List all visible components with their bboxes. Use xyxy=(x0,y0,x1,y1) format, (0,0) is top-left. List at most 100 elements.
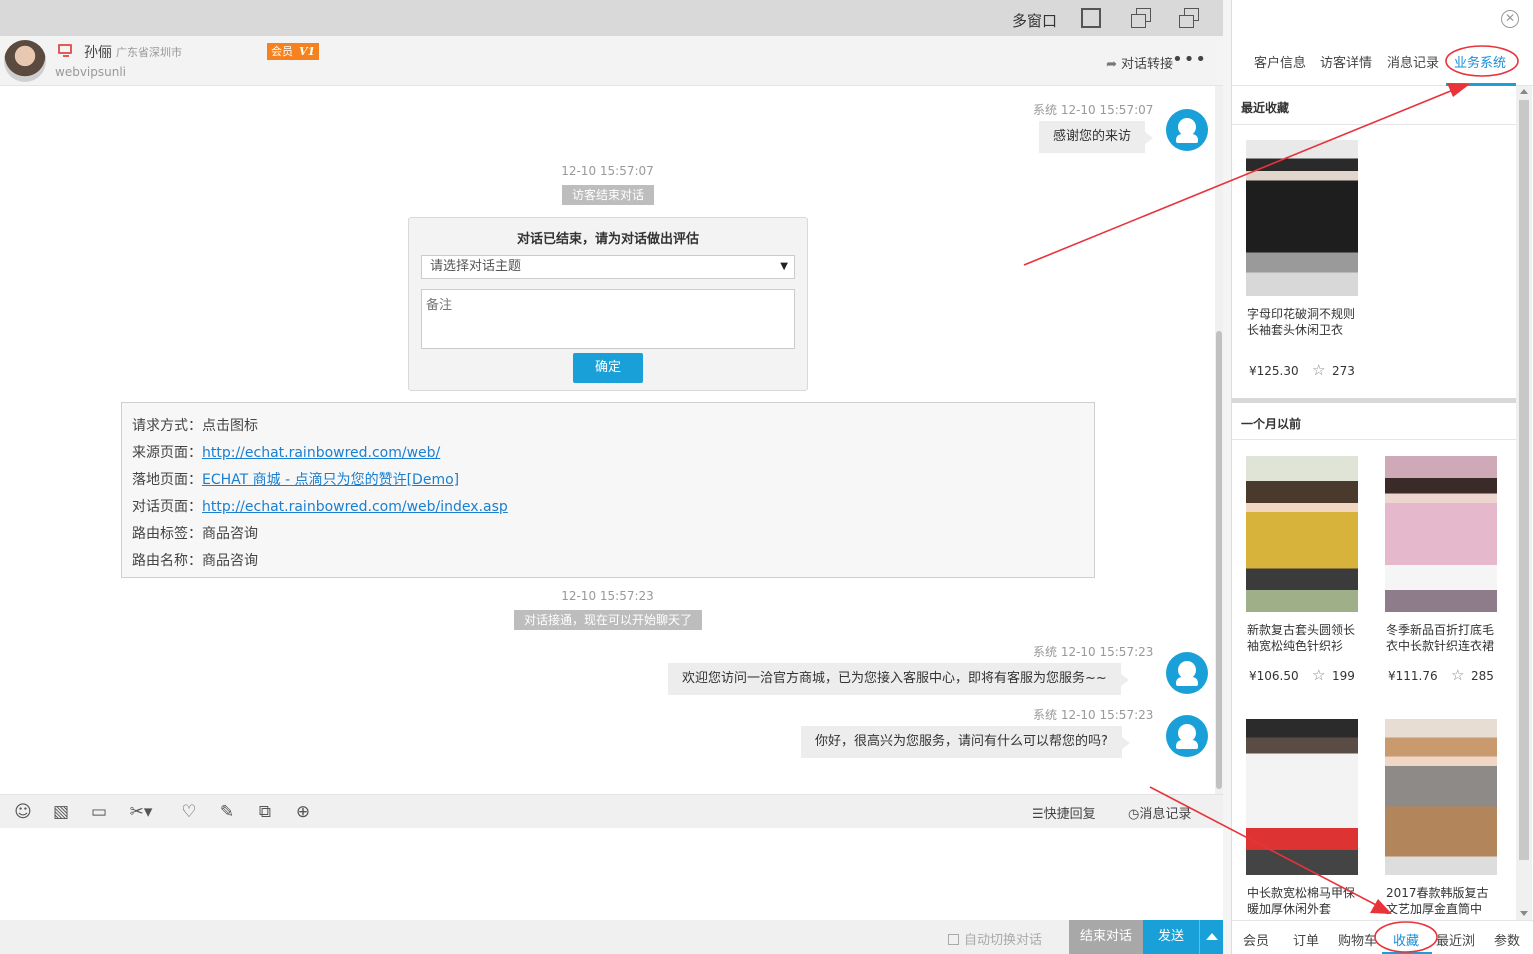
tab-message-record[interactable]: 消息记录 xyxy=(1387,52,1439,71)
message-bubble: 你好，很高兴为您服务，请问有什么可以帮您的吗? xyxy=(801,726,1130,758)
side-tab-bar: 客户信息 访客详情 消息记录 业务系统 xyxy=(1232,36,1533,86)
product-name: 字母印花破洞不规则长袖套头休闲卫衣 xyxy=(1247,307,1356,337)
product-image[interactable] xyxy=(1385,719,1497,875)
auto-switch-checkbox[interactable]: 自动切换对话 xyxy=(948,929,1042,948)
product-card[interactable]: 字母印花破洞不规则长袖套头休闲卫衣 ¥125.30 ☆ 273 xyxy=(1244,140,1374,379)
transfer-label: 对话转接 xyxy=(1120,57,1173,72)
tab-orders[interactable]: 订单 xyxy=(1293,930,1319,949)
link-icon[interactable]: ⧉ xyxy=(254,802,276,822)
side-panel: ✕ 客户信息 访客详情 消息记录 业务系统 最近收藏 字母印花破洞不规则长袖套头… xyxy=(1231,0,1533,954)
section-divider xyxy=(1232,398,1516,403)
remark-textarea[interactable]: 备注 xyxy=(421,289,795,349)
topic-select[interactable]: 请选择对话主题 ▼ xyxy=(421,255,795,279)
tab-business-system[interactable]: 业务系统 xyxy=(1454,52,1506,71)
agent-avatar xyxy=(1166,652,1208,694)
active-tab-indicator xyxy=(1446,83,1516,86)
side-scrollbar[interactable] xyxy=(1516,86,1532,920)
topic-select-value: 请选择对话主题 xyxy=(430,259,522,274)
star-icon: ☆ xyxy=(1312,361,1326,379)
tab-params[interactable]: 参数 xyxy=(1494,930,1520,949)
clock-icon: ◷ xyxy=(1128,807,1140,822)
heart-icon[interactable]: ♡ xyxy=(178,802,200,822)
info-value: 商品咨询 xyxy=(202,553,258,569)
folder-icon[interactable]: ▭ xyxy=(88,802,110,822)
scroll-thumb[interactable] xyxy=(1519,100,1529,860)
checkbox-icon xyxy=(948,934,959,945)
tab-member[interactable]: 会员 xyxy=(1243,930,1269,949)
product-image[interactable] xyxy=(1385,456,1497,612)
title-bar: 多窗口 xyxy=(0,0,1223,36)
info-label: 路由名称： xyxy=(132,553,202,569)
image-icon[interactable]: ▧ xyxy=(50,802,72,822)
send-bar: 自动切换对话 结束对话 发送 xyxy=(0,920,1223,954)
visitor-avatar[interactable] xyxy=(4,40,46,82)
globe-icon[interactable]: ⊕ xyxy=(292,802,314,822)
message-input[interactable] xyxy=(0,828,1223,920)
message-list: 系统 12-10 15:57:07 感谢您的来访 12-10 15:57:07 … xyxy=(0,86,1215,794)
tab-visitor-details[interactable]: 访客详情 xyxy=(1320,52,1372,71)
maximize-icon[interactable] xyxy=(1081,8,1101,28)
info-row-route-name: 路由名称：商品咨询 xyxy=(132,550,258,570)
info-row-landing: 落地页面：ECHAT 商城 - 点滴只为您的赞许[Demo] xyxy=(132,469,459,489)
message-meta: 系统 12-10 15:57:23 xyxy=(1033,645,1154,659)
timestamp: 12-10 15:57:23 xyxy=(561,589,654,603)
chat-pane: 多窗口 孙俪 广东省深圳市 会员 V1 webvipsunli ➦ 对话转接 •••… xyxy=(0,0,1223,954)
message-bubble: 感谢您的来访 xyxy=(1039,121,1154,153)
message-record-button[interactable]: ◷消息记录 xyxy=(1128,803,1191,822)
info-value: 点击图标 xyxy=(202,418,258,434)
message-bubble: 欢迎您访问一洽官方商城，已为您接入客服中心，即将有客服为您服务~~ xyxy=(668,663,1129,695)
favorite-count: 273 xyxy=(1332,364,1355,378)
edit-icon[interactable]: ✎ xyxy=(216,802,238,822)
send-options-button[interactable] xyxy=(1199,920,1223,954)
tab-recent-views[interactable]: 最近浏 xyxy=(1436,930,1475,949)
confirm-button[interactable]: 确定 xyxy=(573,353,643,383)
list-icon: ☰ xyxy=(1032,807,1044,822)
agent-avatar xyxy=(1166,109,1208,151)
product-card[interactable]: 2017春款韩版复古文艺加厚金直筒中 xyxy=(1383,719,1513,933)
end-chat-button[interactable]: 结束对话 xyxy=(1069,920,1143,954)
chat-page-link[interactable]: http://echat.rainbowred.com/web/index.as… xyxy=(202,499,508,515)
quick-reply-button[interactable]: ☰快捷回复 xyxy=(1032,803,1096,822)
divider xyxy=(1232,124,1516,125)
recent-favorites-title: 最近收藏 xyxy=(1241,101,1290,115)
scroll-thumb[interactable] xyxy=(1216,331,1222,789)
landing-link[interactable]: ECHAT 商城 - 点滴只为您的赞许[Demo] xyxy=(202,472,459,488)
month-ago-title: 一个月以前 xyxy=(1241,417,1302,431)
tab-customer-info[interactable]: 客户信息 xyxy=(1254,52,1306,71)
product-name: 冬季新品百折打底毛衣中长款针织连衣裙 xyxy=(1386,623,1495,653)
info-label: 来源页面： xyxy=(132,445,202,461)
product-card[interactable]: 中长款宽松棉马甲保暖加厚休闲外套 xyxy=(1244,719,1374,933)
member-badge: 会员 V1 xyxy=(267,43,320,60)
scroll-up-icon[interactable] xyxy=(1520,89,1528,94)
more-menu-button[interactable]: ••• xyxy=(1172,49,1207,70)
smile-icon[interactable]: ☺ xyxy=(12,802,34,822)
info-row-chat: 对话页面：http://echat.rainbowred.com/web/ind… xyxy=(132,496,508,516)
restore-window-icon[interactable] xyxy=(1131,8,1151,28)
info-label: 对话页面： xyxy=(132,499,202,515)
chat-scrollbar[interactable] xyxy=(1215,86,1223,794)
transfer-button[interactable]: ➦ 对话转接 xyxy=(1106,53,1173,72)
tab-favorites[interactable]: 收藏 xyxy=(1393,930,1419,949)
send-button[interactable]: 发送 xyxy=(1143,920,1199,954)
scroll-down-icon[interactable] xyxy=(1520,911,1528,916)
scissors-icon[interactable]: ✂▾ xyxy=(126,802,156,822)
cascade-windows-icon[interactable] xyxy=(1179,8,1199,28)
pane-splitter[interactable] xyxy=(1223,0,1231,954)
product-image[interactable] xyxy=(1246,719,1358,875)
visit-info-card: 请求方式：点击图标 来源页面：http://echat.rainbowred.c… xyxy=(121,402,1095,578)
desktop-icon xyxy=(58,44,72,57)
source-link[interactable]: http://echat.rainbowred.com/web/ xyxy=(202,445,440,461)
quick-reply-label: 快捷回复 xyxy=(1043,807,1096,822)
visitor-header: 孙俪 广东省深圳市 会员 V1 webvipsunli ➦ 对话转接 ••• xyxy=(0,36,1223,86)
message-record-label: 消息记录 xyxy=(1139,807,1192,822)
product-image[interactable] xyxy=(1246,456,1358,612)
product-card[interactable]: 冬季新品百折打底毛衣中长款针织连衣裙 ¥111.76 ☆ 285 xyxy=(1383,456,1513,684)
product-image[interactable] xyxy=(1246,140,1358,296)
favorite-count: 285 xyxy=(1471,669,1494,683)
tab-cart[interactable]: 购物车 xyxy=(1338,930,1377,949)
multi-window-button[interactable]: 多窗口 xyxy=(1012,10,1057,31)
favorite-count: 199 xyxy=(1332,669,1355,683)
input-toolbar: ☺ ▧ ▭ ✂▾ ♡ ✎ ⧉ ⊕ ☰快捷回复 ◷消息记录 xyxy=(0,794,1223,828)
product-card[interactable]: 新款复古套头圆领长袖宽松纯色针织衫 ¥106.50 ☆ 199 xyxy=(1244,456,1374,684)
close-icon[interactable]: ✕ xyxy=(1501,10,1519,28)
